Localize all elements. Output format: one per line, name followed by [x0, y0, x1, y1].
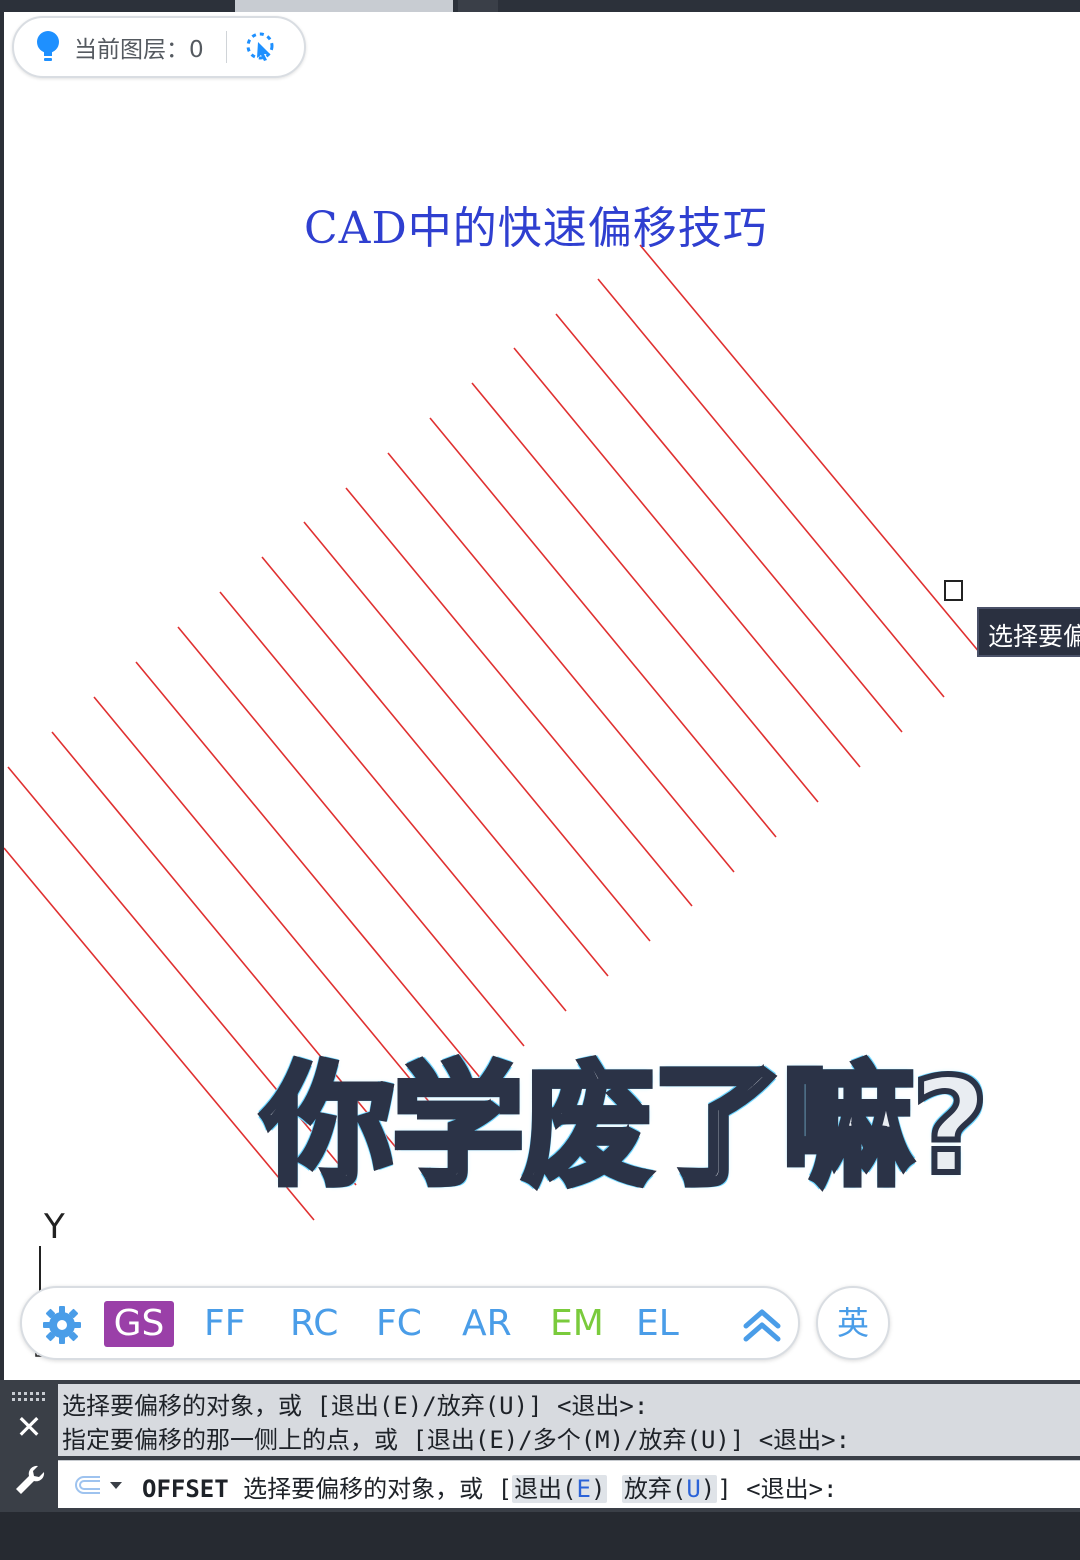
gear-icon[interactable] [40, 1303, 84, 1347]
command-history: 选择要偏移的对象，或 [退出(E)/放弃(U)] <退出>: 指定要偏移的那一侧… [58, 1384, 1080, 1456]
select-icon[interactable] [241, 27, 281, 67]
command-name: OFFSET [142, 1475, 229, 1503]
close-icon[interactable]: ✕ [14, 1411, 44, 1443]
shortcut-gs[interactable]: GS [104, 1301, 174, 1347]
line-6 [429, 417, 777, 838]
command-line-input[interactable]: OFFSET 选择要偏移的对象，或 [退出(E) 放弃(U)] <退出>: [58, 1460, 1080, 1508]
line-4 [513, 347, 861, 768]
active-tab[interactable] [235, 0, 453, 12]
line-5 [471, 382, 819, 803]
bottom-bar [0, 1512, 1080, 1560]
line-11 [219, 591, 567, 1012]
prompt-text: 选择要偏移的对象，或 [ [243, 1475, 513, 1503]
lightbulb-icon [28, 27, 68, 67]
prompt-tail: ] <退出>: [717, 1475, 838, 1503]
line-3 [555, 313, 903, 733]
pickbox-cursor [944, 580, 963, 601]
line-1 [639, 244, 981, 654]
shortcut-ar[interactable]: AR [462, 1301, 512, 1347]
history-line: 指定要偏移的那一侧上的点，或 [退出(E)/多个(M)/放弃(U)] <退出>: [62, 1426, 851, 1454]
shortcut-rc[interactable]: RC [290, 1301, 338, 1347]
shortcut-em[interactable]: EM [550, 1301, 604, 1347]
line-12 [177, 626, 525, 1047]
line-2 [597, 278, 945, 698]
line-9 [303, 521, 651, 942]
caption-overlay: 你学废了嘛? [259, 1047, 992, 1207]
line-13 [135, 661, 483, 1081]
current-layer-widget[interactable]: 当前图层：0 [12, 16, 306, 78]
history-line: 选择要偏移的对象，或 [退出(E)/放弃(U)] <退出>: [62, 1392, 649, 1420]
top-bar [0, 0, 1080, 12]
line-10 [261, 556, 609, 977]
shortcut-ff[interactable]: FF [204, 1301, 245, 1347]
cursor-tooltip: 选择要偏 [977, 607, 1080, 657]
tab[interactable] [458, 0, 498, 12]
chevron-double-up-icon[interactable] [740, 1306, 784, 1344]
shortcut-fc[interactable]: FC [376, 1301, 422, 1347]
line-7 [387, 452, 735, 873]
current-layer-label: 当前图层：0 [74, 37, 204, 63]
option-undo[interactable]: 放弃(U) [621, 1475, 718, 1503]
drawing-title: CAD中的快速偏移技巧 [304, 203, 768, 254]
ime-toggle-button[interactable]: 英 [816, 1286, 890, 1360]
wrench-icon[interactable] [12, 1462, 48, 1498]
shortcut-bar: GS FF RC FC AR EM EL [20, 1286, 800, 1360]
shortcut-el[interactable]: EL [636, 1301, 679, 1347]
ucs-y-label: Y [43, 1207, 65, 1247]
grip-icon[interactable] [12, 1392, 48, 1402]
divider [225, 31, 227, 63]
command-panel-side: ✕ [0, 1380, 58, 1512]
line-8 [345, 487, 693, 907]
command-prompt: OFFSET 选择要偏移的对象，或 [退出(E) 放弃(U)] <退出>: [142, 1469, 837, 1504]
option-exit[interactable]: 退出(E) [512, 1475, 608, 1503]
command-icon[interactable] [70, 1471, 130, 1499]
